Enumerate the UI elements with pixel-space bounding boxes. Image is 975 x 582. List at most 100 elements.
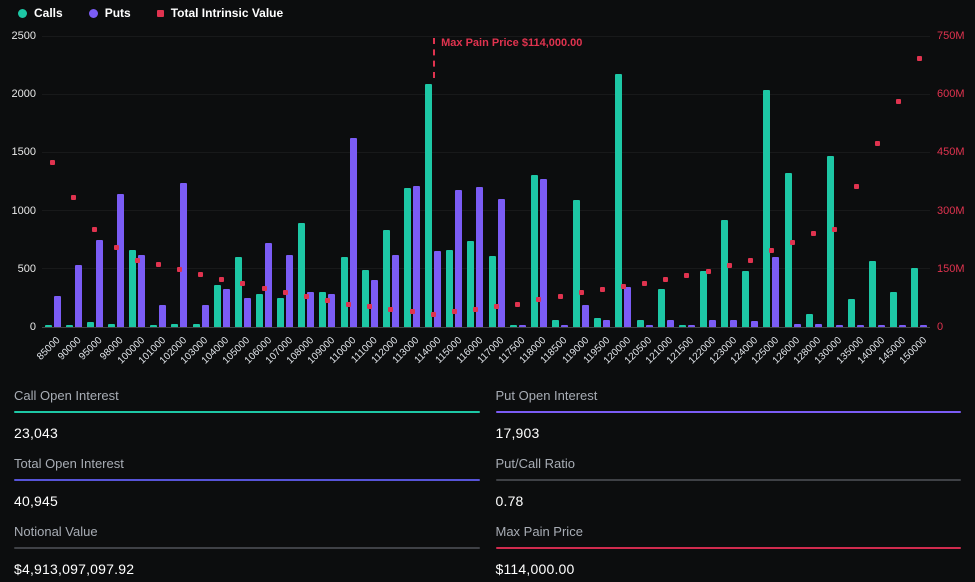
intrinsic-value-point[interactable] bbox=[706, 269, 711, 274]
intrinsic-value-point[interactable] bbox=[325, 298, 330, 303]
intrinsic-value-point[interactable] bbox=[410, 309, 415, 314]
call-bar[interactable] bbox=[531, 175, 538, 327]
intrinsic-value-point[interactable] bbox=[515, 302, 520, 307]
call-bar[interactable] bbox=[108, 324, 115, 327]
intrinsic-value-point[interactable] bbox=[727, 263, 732, 268]
intrinsic-value-point[interactable] bbox=[71, 195, 76, 200]
intrinsic-value-point[interactable] bbox=[494, 304, 499, 309]
intrinsic-value-point[interactable] bbox=[262, 286, 267, 291]
put-bar[interactable] bbox=[603, 320, 610, 327]
call-bar[interactable] bbox=[637, 320, 644, 327]
put-bar[interactable] bbox=[582, 305, 589, 327]
call-bar[interactable] bbox=[785, 173, 792, 327]
put-bar[interactable] bbox=[540, 179, 547, 327]
put-bar[interactable] bbox=[202, 305, 209, 327]
call-bar[interactable] bbox=[235, 257, 242, 327]
call-bar[interactable] bbox=[214, 285, 221, 327]
intrinsic-value-point[interactable] bbox=[600, 287, 605, 292]
intrinsic-value-point[interactable] bbox=[177, 267, 182, 272]
call-bar[interactable] bbox=[171, 324, 178, 327]
put-bar[interactable] bbox=[223, 289, 230, 327]
call-bar[interactable] bbox=[615, 74, 622, 327]
put-bar[interactable] bbox=[138, 255, 145, 327]
put-bar[interactable] bbox=[413, 186, 420, 327]
intrinsic-value-point[interactable] bbox=[917, 56, 922, 61]
call-bar[interactable] bbox=[594, 318, 601, 327]
intrinsic-value-point[interactable] bbox=[198, 272, 203, 277]
intrinsic-value-point[interactable] bbox=[832, 227, 837, 232]
call-bar[interactable] bbox=[721, 220, 728, 327]
call-bar[interactable] bbox=[404, 188, 411, 327]
call-bar[interactable] bbox=[341, 257, 348, 327]
put-bar[interactable] bbox=[54, 296, 61, 327]
intrinsic-value-point[interactable] bbox=[240, 281, 245, 286]
put-bar[interactable] bbox=[751, 321, 758, 327]
call-bar[interactable] bbox=[742, 271, 749, 327]
put-bar[interactable] bbox=[899, 325, 906, 327]
call-bar[interactable] bbox=[425, 84, 432, 327]
intrinsic-value-point[interactable] bbox=[388, 307, 393, 312]
call-bar[interactable] bbox=[446, 250, 453, 327]
put-bar[interactable] bbox=[96, 240, 103, 327]
put-bar[interactable] bbox=[920, 325, 927, 327]
intrinsic-value-point[interactable] bbox=[684, 273, 689, 278]
call-bar[interactable] bbox=[848, 299, 855, 327]
intrinsic-value-point[interactable] bbox=[579, 290, 584, 295]
call-bar[interactable] bbox=[256, 294, 263, 327]
call-bar[interactable] bbox=[150, 325, 157, 327]
intrinsic-value-point[interactable] bbox=[642, 281, 647, 286]
call-bar[interactable] bbox=[679, 325, 686, 327]
intrinsic-value-point[interactable] bbox=[811, 231, 816, 236]
intrinsic-value-point[interactable] bbox=[367, 304, 372, 309]
put-bar[interactable] bbox=[688, 325, 695, 327]
call-bar[interactable] bbox=[510, 325, 517, 327]
put-bar[interactable] bbox=[772, 257, 779, 327]
call-bar[interactable] bbox=[806, 314, 813, 327]
intrinsic-value-point[interactable] bbox=[663, 277, 668, 282]
intrinsic-value-point[interactable] bbox=[219, 277, 224, 282]
put-bar[interactable] bbox=[180, 183, 187, 327]
call-bar[interactable] bbox=[383, 230, 390, 327]
put-bar[interactable] bbox=[75, 265, 82, 327]
put-bar[interactable] bbox=[350, 138, 357, 327]
call-bar[interactable] bbox=[298, 223, 305, 327]
call-bar[interactable] bbox=[45, 325, 52, 327]
call-bar[interactable] bbox=[911, 268, 918, 327]
put-bar[interactable] bbox=[709, 320, 716, 327]
put-bar[interactable] bbox=[646, 325, 653, 327]
intrinsic-value-point[interactable] bbox=[875, 141, 880, 146]
put-bar[interactable] bbox=[561, 325, 568, 327]
call-bar[interactable] bbox=[700, 271, 707, 327]
intrinsic-value-point[interactable] bbox=[536, 297, 541, 302]
put-bar[interactable] bbox=[159, 305, 166, 327]
intrinsic-value-point[interactable] bbox=[114, 245, 119, 250]
put-bar[interactable] bbox=[476, 187, 483, 327]
intrinsic-value-point[interactable] bbox=[854, 184, 859, 189]
chart-area[interactable]: Max Pain Price $114,000.00 0500100015002… bbox=[0, 0, 975, 378]
put-bar[interactable] bbox=[455, 190, 462, 327]
intrinsic-value-point[interactable] bbox=[304, 294, 309, 299]
put-bar[interactable] bbox=[519, 325, 526, 327]
call-bar[interactable] bbox=[869, 261, 876, 327]
put-bar[interactable] bbox=[667, 320, 674, 327]
intrinsic-value-point[interactable] bbox=[50, 160, 55, 165]
put-bar[interactable] bbox=[624, 287, 631, 327]
put-bar[interactable] bbox=[857, 325, 864, 327]
put-bar[interactable] bbox=[836, 325, 843, 327]
intrinsic-value-point[interactable] bbox=[156, 262, 161, 267]
intrinsic-value-point[interactable] bbox=[283, 290, 288, 295]
call-bar[interactable] bbox=[552, 320, 559, 327]
put-bar[interactable] bbox=[244, 298, 251, 327]
intrinsic-value-point[interactable] bbox=[748, 258, 753, 263]
put-bar[interactable] bbox=[117, 194, 124, 327]
put-bar[interactable] bbox=[730, 320, 737, 327]
put-bar[interactable] bbox=[878, 325, 885, 327]
call-bar[interactable] bbox=[362, 270, 369, 327]
call-bar[interactable] bbox=[467, 241, 474, 327]
call-bar[interactable] bbox=[277, 298, 284, 327]
intrinsic-value-point[interactable] bbox=[431, 312, 436, 317]
intrinsic-value-point[interactable] bbox=[473, 307, 478, 312]
call-bar[interactable] bbox=[193, 324, 200, 327]
intrinsic-value-point[interactable] bbox=[452, 309, 457, 314]
call-bar[interactable] bbox=[489, 256, 496, 327]
